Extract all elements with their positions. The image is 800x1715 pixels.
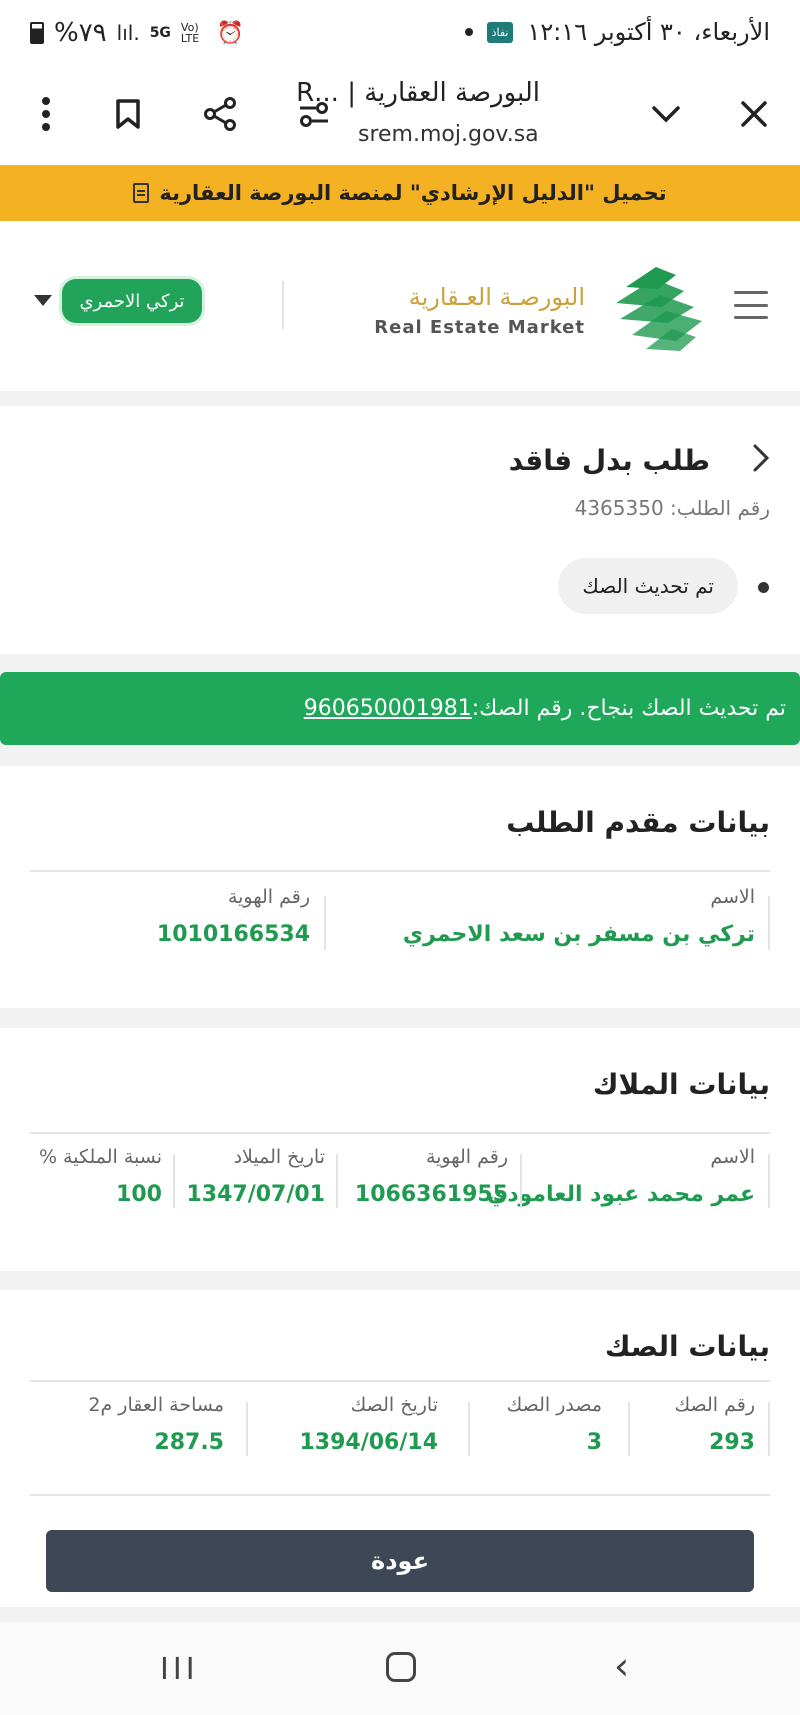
field-divider bbox=[324, 896, 326, 950]
field-divider bbox=[336, 1154, 338, 1208]
logo-text-en: Real Estate Market bbox=[374, 317, 585, 338]
deed-source-field: مصدر الصك 3 bbox=[507, 1394, 602, 1455]
card-divider bbox=[30, 1494, 770, 1496]
field-value: 1066361955 bbox=[354, 1182, 508, 1207]
success-alert: تم تحديث الصك بنجاح. رقم الصك: 960650001… bbox=[0, 672, 800, 745]
field-value: 287.5 bbox=[154, 1430, 224, 1455]
applicant-id-field: رقم الهوية 1010166534 bbox=[157, 886, 310, 947]
chevron-down-icon[interactable] bbox=[642, 90, 690, 138]
bookmark-icon[interactable] bbox=[104, 90, 152, 138]
applicant-name-field: الاسم تركي بن مسفر بن سعد الاحمري bbox=[403, 886, 755, 947]
logo-mark-icon bbox=[606, 257, 710, 351]
field-label: تاريخ الصك bbox=[350, 1394, 438, 1416]
field-divider bbox=[246, 1402, 248, 1456]
deed-area-field: مساحة العقار م2 287.5 bbox=[88, 1394, 224, 1455]
field-label: مساحة العقار م2 bbox=[88, 1394, 224, 1416]
caret-down-icon[interactable] bbox=[34, 295, 52, 306]
owner-share-field: نسبة الملكية % 100 bbox=[39, 1146, 162, 1207]
volte-icon: Vo) LTE bbox=[180, 21, 200, 45]
status-datetime: الأربعاء، ٣٠ أكتوبر ١٢:١٦ bbox=[527, 18, 770, 46]
share-icon[interactable] bbox=[196, 90, 244, 138]
status-badge: تم تحديث الصك bbox=[558, 558, 738, 614]
card-divider bbox=[30, 1132, 770, 1134]
page-title: البورصة العقارية | ...R bbox=[296, 78, 540, 108]
site-header: البورصـة العـقارية Real Estate Market تر… bbox=[0, 221, 800, 391]
request-number: رقم الطلب: 4365350 bbox=[575, 496, 770, 520]
field-value: 1010166534 bbox=[156, 922, 310, 947]
menu-icon[interactable] bbox=[734, 291, 768, 319]
field-value: 3 bbox=[586, 1430, 602, 1455]
owner-id-field: رقم الهوية 1066361955 bbox=[355, 1146, 508, 1207]
field-label: رقم الهوية bbox=[227, 886, 310, 908]
field-label: الاسم bbox=[710, 1146, 755, 1168]
field-value: 100 bbox=[116, 1182, 162, 1207]
guide-download-banner[interactable]: تحميل "الدليل الإرشادي" لمنصة البورصة ال… bbox=[0, 165, 800, 221]
field-value: 1347/07/01 bbox=[186, 1182, 325, 1207]
deed-title: بيانات الصك bbox=[604, 1330, 770, 1363]
request-number-value: 4365350 bbox=[574, 496, 664, 520]
field-value: 1394/06/14 bbox=[299, 1430, 438, 1455]
owners-title: بيانات الملاك bbox=[592, 1068, 770, 1101]
user-menu-button[interactable]: تركي الاحمري bbox=[62, 279, 202, 323]
field-divider bbox=[768, 1402, 770, 1456]
field-value: عمر محمد عبود العامودي bbox=[487, 1182, 755, 1207]
deed-number-link[interactable]: 960650001981 bbox=[304, 696, 472, 721]
field-value: 293 bbox=[709, 1430, 755, 1455]
request-card: طلب بدل فاقد رقم الطلب: 4365350 تم تحديث… bbox=[0, 406, 800, 654]
alert-text: تم تحديث الصك بنجاح. رقم الصك: bbox=[471, 696, 786, 721]
field-label: رقم الهوية bbox=[425, 1146, 508, 1168]
field-divider bbox=[628, 1402, 630, 1456]
field-divider bbox=[768, 896, 770, 950]
owners-card: بيانات الملاك الاسم عمر محمد عبود العامو… bbox=[0, 1028, 800, 1271]
request-title: طلب بدل فاقد bbox=[508, 444, 710, 477]
field-label: مصدر الصك bbox=[506, 1394, 602, 1416]
field-divider bbox=[768, 1154, 770, 1208]
owner-name-field: الاسم عمر محمد عبود العامودي bbox=[487, 1146, 755, 1207]
recent-apps-icon[interactable]: III bbox=[160, 1652, 199, 1687]
field-divider bbox=[173, 1154, 175, 1208]
field-divider bbox=[468, 1402, 470, 1456]
status-left: %٧٩ lıl. 5G Vo) LTE ⏰ bbox=[30, 18, 244, 48]
applicant-title: بيانات مقدم الطلب bbox=[506, 806, 770, 839]
nafath-app-icon: نفاذ bbox=[486, 21, 514, 43]
banner-text: تحميل "الدليل الإرشادي" لمنصة البورصة ال… bbox=[159, 181, 667, 205]
url-text[interactable]: srem.moj.gov.sa bbox=[358, 122, 539, 147]
request-number-label: رقم الطلب: bbox=[670, 496, 770, 520]
field-label: نسبة الملكية % bbox=[38, 1146, 162, 1168]
field-divider bbox=[520, 1154, 522, 1208]
more-menu-icon[interactable] bbox=[22, 90, 70, 138]
field-value: تركي بن مسفر بن سعد الاحمري bbox=[402, 922, 755, 947]
battery-level: %٧٩ bbox=[54, 18, 107, 48]
field-label: رقم الصك bbox=[674, 1394, 756, 1416]
home-icon[interactable] bbox=[386, 1652, 416, 1682]
card-divider bbox=[30, 870, 770, 872]
close-icon[interactable] bbox=[730, 90, 778, 138]
network-badge: 5G bbox=[149, 25, 171, 41]
header-divider bbox=[282, 281, 284, 329]
field-label: الاسم bbox=[710, 886, 755, 908]
status-bar: %٧٩ lıl. 5G Vo) LTE ⏰ الأربعاء، ٣٠ أكتوب… bbox=[0, 0, 800, 70]
applicant-card: بيانات مقدم الطلب الاسم تركي بن مسفر بن … bbox=[0, 766, 800, 1008]
status-dot-icon bbox=[758, 582, 769, 593]
back-nav-icon[interactable]: ‹ bbox=[614, 1644, 629, 1688]
notification-dot-icon bbox=[464, 28, 473, 36]
signal-icon: lıl. bbox=[116, 21, 140, 45]
alarm-icon: ⏰ bbox=[216, 20, 245, 46]
deed-number-field: رقم الصك 293 bbox=[675, 1394, 756, 1455]
system-nav-bar: III ‹ bbox=[0, 1622, 800, 1715]
deed-date-field: تاريخ الصك 1394/06/14 bbox=[299, 1394, 438, 1455]
browser-toolbar: البورصة العقارية | ...R srem.moj.gov.sa bbox=[0, 70, 800, 165]
card-divider bbox=[30, 1380, 770, 1382]
logo-text-ar: البورصـة العـقارية bbox=[408, 283, 585, 311]
status-right: الأربعاء، ٣٠ أكتوبر ١٢:١٦ نفاذ bbox=[464, 18, 770, 46]
back-button[interactable]: عودة bbox=[46, 1530, 754, 1592]
battery-icon bbox=[30, 22, 44, 44]
owner-birth-field: تاريخ الميلاد 1347/07/01 bbox=[186, 1146, 325, 1207]
back-chevron-icon[interactable] bbox=[752, 442, 770, 482]
pdf-icon bbox=[133, 183, 150, 203]
field-label: تاريخ الميلاد bbox=[233, 1146, 325, 1168]
